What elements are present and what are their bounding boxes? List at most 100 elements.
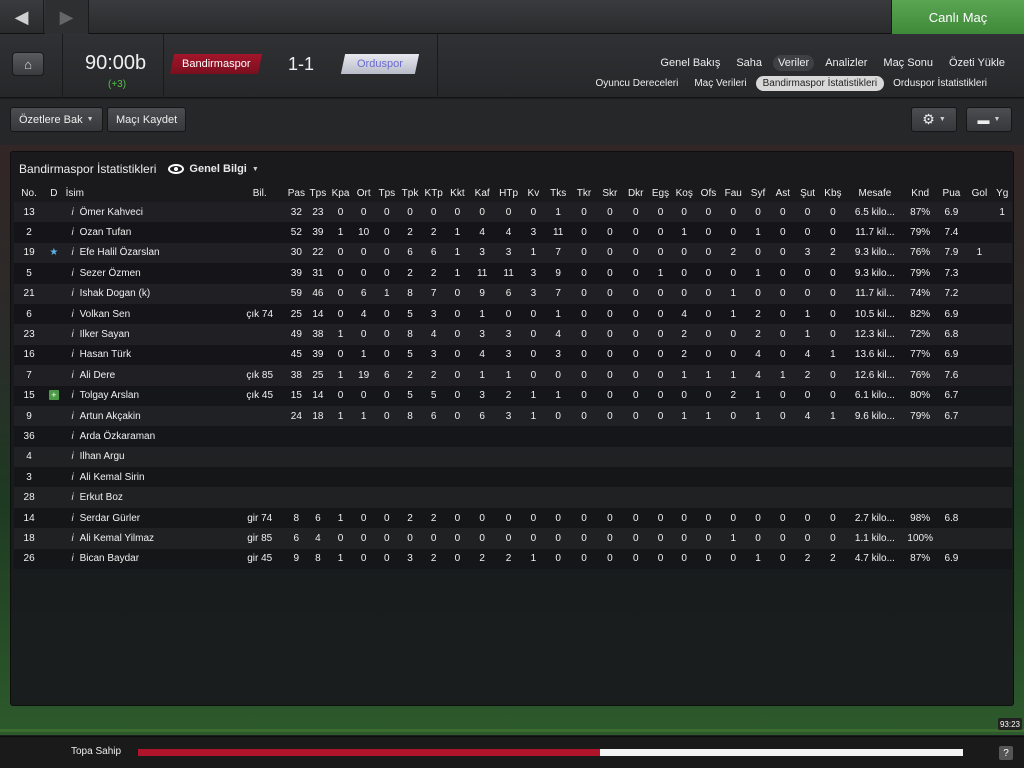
column-header[interactable]: Ast — [770, 184, 795, 202]
save-match-button[interactable]: Maçı Kaydet — [107, 107, 187, 132]
column-header[interactable]: Tkr — [571, 184, 597, 202]
column-header[interactable]: Yg — [992, 184, 1012, 202]
table-row[interactable]: 14 i Serdar Gürler gir 74 8 6 1 0 0 2 2 0 0 0 0 0 0 0 0 0 0 0… — [14, 507, 1012, 529]
player-name[interactable]: i Ozan Tufan — [63, 222, 234, 243]
player-name[interactable]: i Ilhan Argu — [63, 446, 234, 468]
column-header[interactable]: Kkt — [446, 184, 469, 202]
column-header[interactable]: Kbş — [820, 184, 846, 202]
player-name[interactable]: i Erkut Boz — [63, 487, 234, 508]
column-header[interactable]: Knd — [904, 184, 936, 202]
info-icon[interactable]: i — [66, 227, 80, 238]
column-header[interactable]: İsim — [64, 184, 234, 202]
table-row[interactable]: 5 i Sezer Özmen 39 31 0 0 0 2 2 1 11 11 3 9 0 0 0 1 0 0 0 1 0 0 0… — [14, 263, 1012, 284]
player-name[interactable]: i Ali Kemal Sirin — [63, 467, 234, 488]
player-name[interactable]: i Bican Baydar — [63, 548, 234, 570]
info-icon[interactable]: i — [66, 431, 80, 442]
table-row[interactable]: 4 i Ilhan Argu — [14, 446, 1012, 468]
table-row[interactable]: 23 i Ilker Sayan 49 38 1 0 0 8 4 0 3 3 0 4 0 0 0 0 2 0 0 2 0 1 0 1… — [14, 324, 1012, 345]
subtab-0[interactable]: Oyuncu Dereceleri — [589, 76, 686, 91]
tab-0[interactable]: Genel Bakış — [655, 55, 725, 71]
highlights-dropdown[interactable]: Özetlere Bak ▼ — [10, 107, 103, 132]
player-name[interactable]: i Ali Kemal Yilmaz — [63, 528, 234, 549]
info-icon[interactable]: i — [66, 329, 80, 340]
column-header[interactable]: Mesafe — [846, 184, 904, 202]
column-header[interactable]: Tks — [545, 184, 571, 202]
view-selector[interactable]: Genel Bilgi ▼ — [168, 163, 259, 175]
player-name[interactable]: i Efe Halil Özarslan — [63, 242, 234, 264]
column-header[interactable]: Tps — [375, 184, 399, 202]
player-name[interactable]: i Ilker Sayan — [63, 324, 234, 345]
player-name[interactable]: i Sezer Özmen — [63, 263, 234, 284]
table-row[interactable]: 3 i Ali Kemal Sirin — [14, 467, 1012, 488]
column-header[interactable]: Bil. — [234, 184, 286, 202]
player-name[interactable]: i Arda Özkaraman — [63, 426, 234, 447]
info-icon[interactable]: i — [66, 288, 80, 299]
info-icon[interactable]: i — [66, 268, 80, 279]
table-row[interactable]: 16 i Hasan Türk 45 39 0 1 0 5 3 0 4 3 0 3 0 0 0 0 2 0 0 4 0 4 1 13… — [14, 344, 1012, 366]
home-team-badge[interactable]: Bandirmaspor — [169, 54, 263, 74]
column-header[interactable]: Kaf — [469, 184, 496, 202]
tab-5[interactable]: Özeti Yükle — [944, 55, 1010, 71]
settings-dropdown[interactable]: ⚙ ▼ — [911, 107, 957, 132]
column-header[interactable]: Egş — [649, 184, 673, 202]
table-row[interactable]: 13 i Ömer Kahveci 32 23 0 0 0 0 0 0 0 0 0 1 0 0 0 0 0 0 0 0 0 0 0… — [14, 202, 1012, 223]
column-header[interactable]: Ort — [352, 184, 375, 202]
table-row[interactable]: 2 i Ozan Tufan 52 39 1 10 0 2 2 1 4 4 3 11 0 0 0 0 1 0 0 1 0 0 0 1… — [14, 222, 1012, 243]
player-name[interactable]: i Hasan Türk — [63, 344, 234, 366]
column-header[interactable]: Pas — [286, 184, 308, 202]
player-name[interactable]: i Ishak Dogan (k) — [63, 283, 234, 304]
info-icon[interactable]: i — [66, 513, 80, 524]
column-header[interactable]: Fau — [721, 184, 746, 202]
player-name[interactable]: i Volkan Sen — [63, 303, 234, 325]
table-row[interactable]: 15 + i Tolgay Arslan çık 45 15 14 0 0 0 5 5 0 3 2 1 1 0 0 0… — [14, 385, 1012, 406]
tab-3[interactable]: Analizler — [820, 55, 872, 71]
match-timeline[interactable] — [0, 726, 1024, 736]
player-name[interactable]: i Artun Akçakin — [63, 405, 234, 427]
info-icon[interactable]: i — [66, 207, 80, 218]
column-header[interactable]: Şut — [795, 184, 820, 202]
info-icon[interactable]: i — [66, 492, 80, 503]
info-icon[interactable]: i — [66, 472, 80, 483]
info-icon[interactable]: i — [66, 349, 80, 360]
tab-4[interactable]: Maç Sonu — [878, 55, 938, 71]
column-header[interactable]: HTp — [496, 184, 522, 202]
player-name[interactable]: i Serdar Gürler — [63, 507, 234, 529]
table-row[interactable]: 26 i Bican Baydar gir 45 9 8 1 0 0 3 2 0 2 2 1 0 0 0 0 0 0 0 0… — [14, 548, 1012, 570]
home-button[interactable]: ⌂ — [12, 52, 44, 76]
column-header[interactable]: Syf — [746, 184, 771, 202]
info-icon[interactable]: i — [66, 247, 80, 258]
chat-dropdown[interactable]: ▬ ▼ — [966, 107, 1012, 132]
info-icon[interactable]: i — [66, 411, 80, 422]
info-icon[interactable]: i — [66, 553, 80, 564]
table-row[interactable]: 9 i Artun Akçakin 24 18 1 1 0 8 6 0 6 3 1 0 0 0 0 0 1 1 0 1 0 4 1… — [14, 405, 1012, 427]
table-row[interactable]: 7 i Ali Dere çık 85 38 25 1 19 6 2 2 0 1 1 0 0 0 0 0 0 1 1 1 4 1… — [14, 365, 1012, 386]
column-header[interactable]: Tpk — [399, 184, 422, 202]
info-icon[interactable]: i — [66, 370, 80, 381]
tab-2[interactable]: Veriler — [773, 55, 815, 71]
column-header[interactable]: Kpa — [329, 184, 353, 202]
player-name[interactable]: i Ali Dere — [63, 365, 234, 386]
column-header[interactable]: Koş — [672, 184, 696, 202]
live-match-button[interactable]: Canlı Maç — [891, 0, 1024, 34]
column-header[interactable]: Tps — [307, 184, 329, 202]
subtab-2[interactable]: Bandirmaspor İstatistikleri — [755, 76, 885, 91]
table-row[interactable]: 6 i Volkan Sen çık 74 25 14 0 4 0 5 3 0 1 0 0 1 0 0 0 0 4 0 1 2… — [14, 303, 1012, 325]
info-icon[interactable]: i — [66, 451, 80, 462]
column-header[interactable]: Skr — [597, 184, 623, 202]
away-team-badge[interactable]: Orduspor — [340, 54, 420, 74]
info-icon[interactable]: i — [66, 309, 80, 320]
table-row[interactable]: 36 i Arda Özkaraman — [14, 426, 1012, 447]
column-header[interactable]: Dkr — [623, 184, 649, 202]
column-header[interactable]: Kv — [522, 184, 546, 202]
player-name[interactable]: i Ömer Kahveci — [63, 202, 234, 223]
subtab-3[interactable]: Orduspor İstatistikleri — [886, 76, 994, 91]
table-row[interactable]: 19 ★ i Efe Halil Özarslan 30 22 0 0 0 6 6 1 3 3 1 7 0 0 0 0… — [14, 242, 1012, 264]
column-header[interactable]: Gol — [967, 184, 993, 202]
back-button[interactable]: ◀ — [0, 0, 44, 34]
subtab-1[interactable]: Maç Verileri — [687, 76, 753, 91]
table-row[interactable]: 21 i Ishak Dogan (k) 59 46 0 6 1 8 7 0 9 6 3 7 0 0 0 0 0 0 1 0… — [14, 283, 1012, 304]
forward-button[interactable]: ▶ — [45, 0, 89, 34]
info-icon[interactable]: i — [66, 533, 80, 544]
column-header[interactable]: No. — [14, 184, 44, 202]
column-header[interactable]: Pua — [936, 184, 966, 202]
